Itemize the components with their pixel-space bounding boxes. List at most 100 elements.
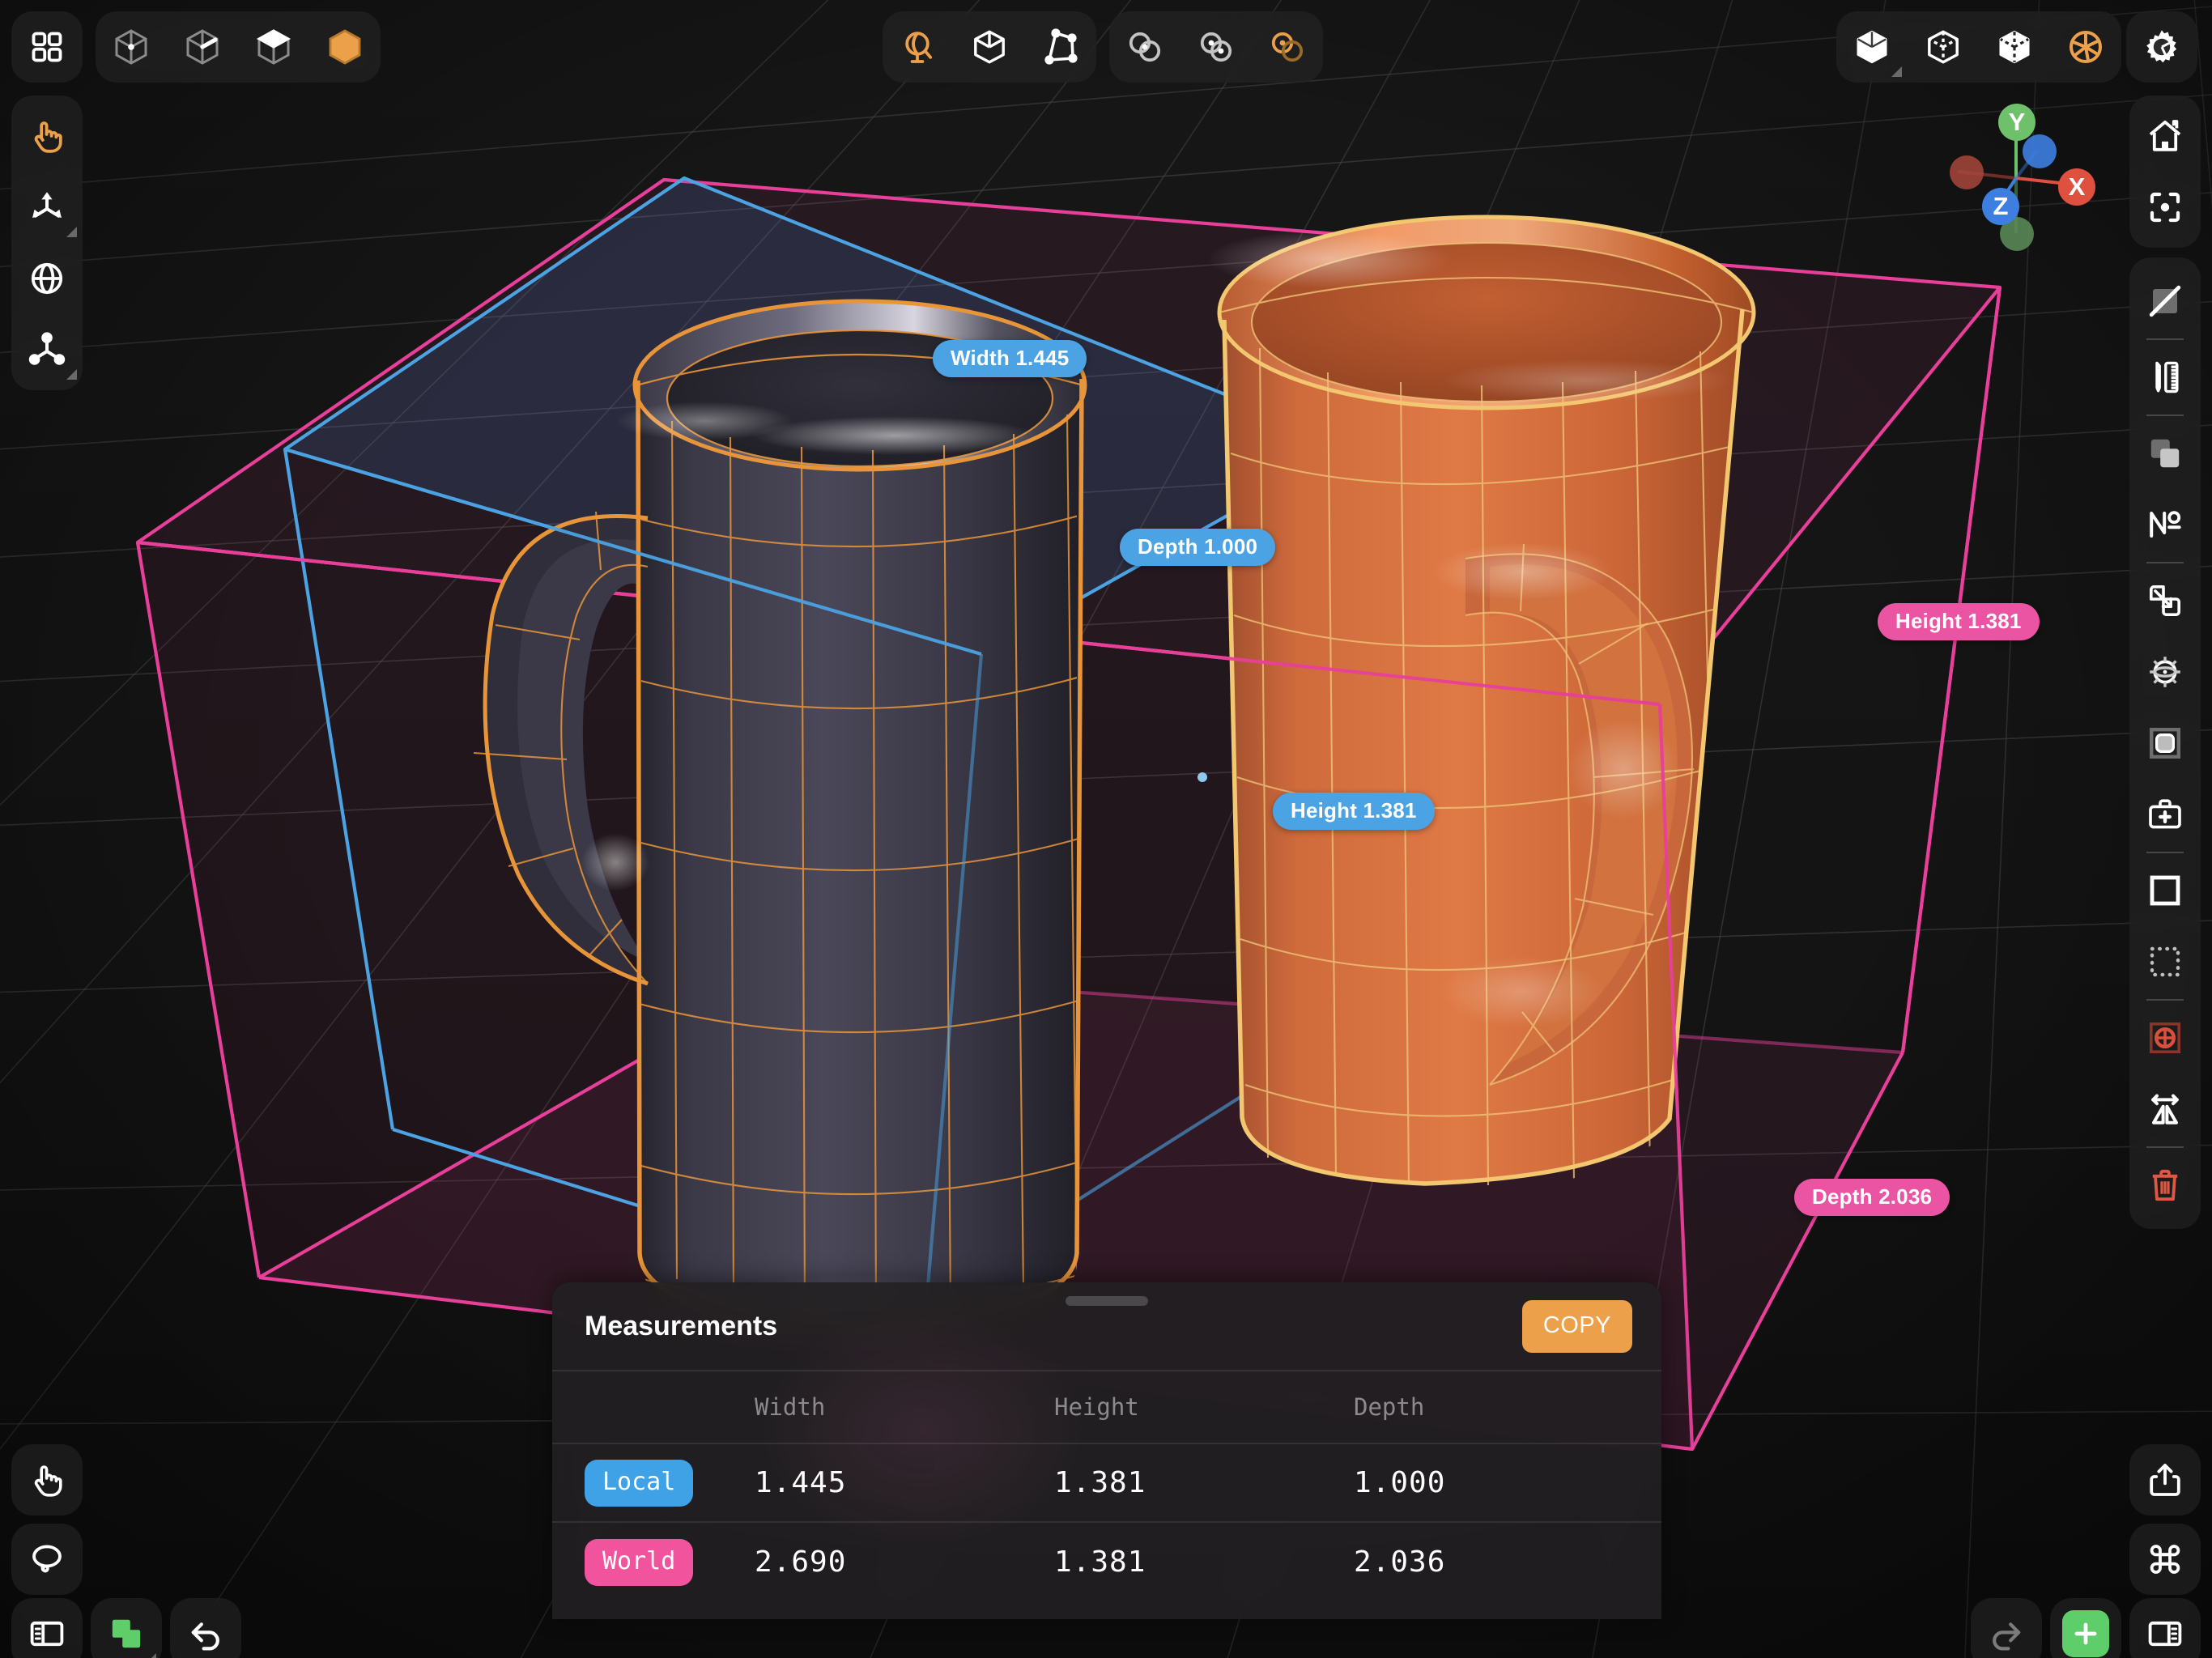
measurements-panel[interactable]: Measurements COPY Width Height Depth Loc… [552,1282,1661,1619]
grid-apps-icon[interactable] [11,11,83,83]
right-panel-toolbar [2129,1598,2201,1658]
page-title: Measurements [585,1311,777,1342]
duplicate-icon[interactable] [2129,418,2201,489]
sphere-icon[interactable] [2129,636,2201,708]
undo-toolbar [170,1598,241,1658]
divider [2146,562,2184,563]
rotate-tool-icon[interactable] [11,243,83,314]
face-mode-icon[interactable] [238,11,309,83]
gizmo-axis-z[interactable]: Z [1982,188,2019,225]
lasso-tool-icon[interactable] [11,1524,83,1595]
column-header-height: Height [1054,1393,1139,1421]
app-root: Width 1.445 Depth 1.000 Height 1.381 Hei… [0,0,2212,1658]
left-panel-toolbar [11,1598,83,1658]
pivot-point [1197,772,1207,782]
status-badge-world[interactable]: World [585,1539,693,1586]
hide-icon[interactable] [2129,266,2201,337]
selection-mode-toolbar [96,11,381,83]
numero-icon[interactable] [2129,489,2201,560]
view-mode-toolbar [1836,11,2121,83]
pivot-toolbar [1109,11,1323,83]
table-row[interactable]: World 2.690 1.381 2.036 [552,1523,1661,1601]
submenu-corner-icon [1891,66,1902,77]
focus-icon[interactable] [2129,172,2201,243]
pivot-center-icon[interactable] [2129,1002,2201,1073]
cell-world-depth: 2.036 [1354,1545,1445,1579]
command-icon[interactable] [2129,1524,2201,1595]
column-header-width: Width [755,1393,825,1421]
left-panel-icon[interactable] [11,1598,83,1658]
panel-header: Measurements COPY [552,1282,1661,1371]
select-box-icon[interactable] [2129,926,2201,997]
gear-icon[interactable] [2126,11,2197,83]
submenu-corner-icon [146,1653,156,1658]
pivot-median-icon[interactable] [1109,11,1180,83]
badge-depth-local[interactable]: Depth 1.000 [1120,529,1275,566]
submenu-corner-icon [66,227,77,237]
frame-icon[interactable] [2129,855,2201,926]
badge-height-world[interactable]: Height 1.381 [1878,603,2040,640]
badge-depth-world[interactable]: Depth 2.036 [1794,1179,1950,1216]
pivot-individual-icon[interactable] [1180,11,1252,83]
mask-icon[interactable] [2129,708,2201,779]
share-toolbar [2129,1444,2201,1516]
navigation-gizmo[interactable]: Y X Z [1935,97,2097,259]
measurements-table: Width Height Depth Local 1.445 1.381 1.0… [552,1371,1661,1601]
divider [2146,414,2184,416]
gizmo-neg-x[interactable] [1950,155,1984,189]
badge-width-local[interactable]: Width 1.445 [933,340,1087,377]
gizmo-axis-y[interactable]: Y [1998,104,2035,141]
render-view-icon[interactable] [2050,11,2121,83]
cell-world-width: 2.690 [755,1545,846,1579]
table-header-row: Width Height Depth [552,1371,1661,1444]
divider [2146,999,2184,1001]
table-row[interactable]: Local 1.445 1.381 1.000 [552,1444,1661,1523]
scale-tool-icon[interactable] [11,314,83,385]
column-header-depth: Depth [1354,1393,1424,1421]
gizmo-axis-x[interactable]: X [2058,168,2095,206]
settings-toolbar [2126,11,2197,83]
local-origin-icon[interactable] [954,11,1025,83]
submenu-corner-icon [66,369,77,380]
properties-toolbar [2129,257,2201,1229]
vertex-mode-icon[interactable] [96,11,167,83]
status-badge-local[interactable]: Local [585,1460,693,1507]
object-mode-icon[interactable] [309,11,381,83]
pan-toolbar [11,1444,83,1516]
add-icon[interactable] [2050,1598,2121,1658]
select-tool-icon[interactable] [11,100,83,172]
transform-tools-toolbar [11,96,83,390]
pivot-active-icon[interactable] [1252,11,1323,83]
wireframe-view-icon[interactable] [1908,11,1979,83]
cell-local-depth: 1.000 [1354,1466,1445,1499]
copy-button[interactable]: COPY [1522,1300,1632,1353]
apps-toolbar [11,11,83,83]
normal-origin-icon[interactable] [1025,11,1096,83]
home-icon[interactable] [2129,100,2201,172]
pan-tool-icon[interactable] [11,1444,83,1516]
boolean-union-icon[interactable] [91,1598,162,1658]
edge-mode-icon[interactable] [167,11,238,83]
delete-icon[interactable] [2129,1150,2201,1221]
badge-height-local[interactable]: Height 1.381 [1273,793,1435,830]
mug-orange-object [1206,217,1754,1185]
right-panel-icon[interactable] [2129,1598,2201,1658]
mirror-icon[interactable] [2129,1073,2201,1145]
undo-icon[interactable] [170,1598,241,1658]
cell-local-width: 1.445 [755,1466,846,1499]
add-toolbar [2050,1598,2121,1658]
divider [2146,338,2184,340]
divider [2146,852,2184,853]
merge-icon[interactable] [2129,565,2201,636]
measure-icon[interactable] [2129,342,2201,413]
gizmo-neg-z[interactable] [2023,134,2057,168]
move-tool-icon[interactable] [11,172,83,243]
share-icon[interactable] [2129,1444,2201,1516]
xray-view-icon[interactable] [1979,11,2050,83]
global-origin-icon[interactable] [883,11,954,83]
shaded-view-icon[interactable] [1836,11,1908,83]
repair-icon[interactable] [2129,779,2201,850]
redo-icon[interactable] [1971,1598,2042,1658]
origin-toolbar [883,11,1096,83]
divider [2146,1146,2184,1148]
